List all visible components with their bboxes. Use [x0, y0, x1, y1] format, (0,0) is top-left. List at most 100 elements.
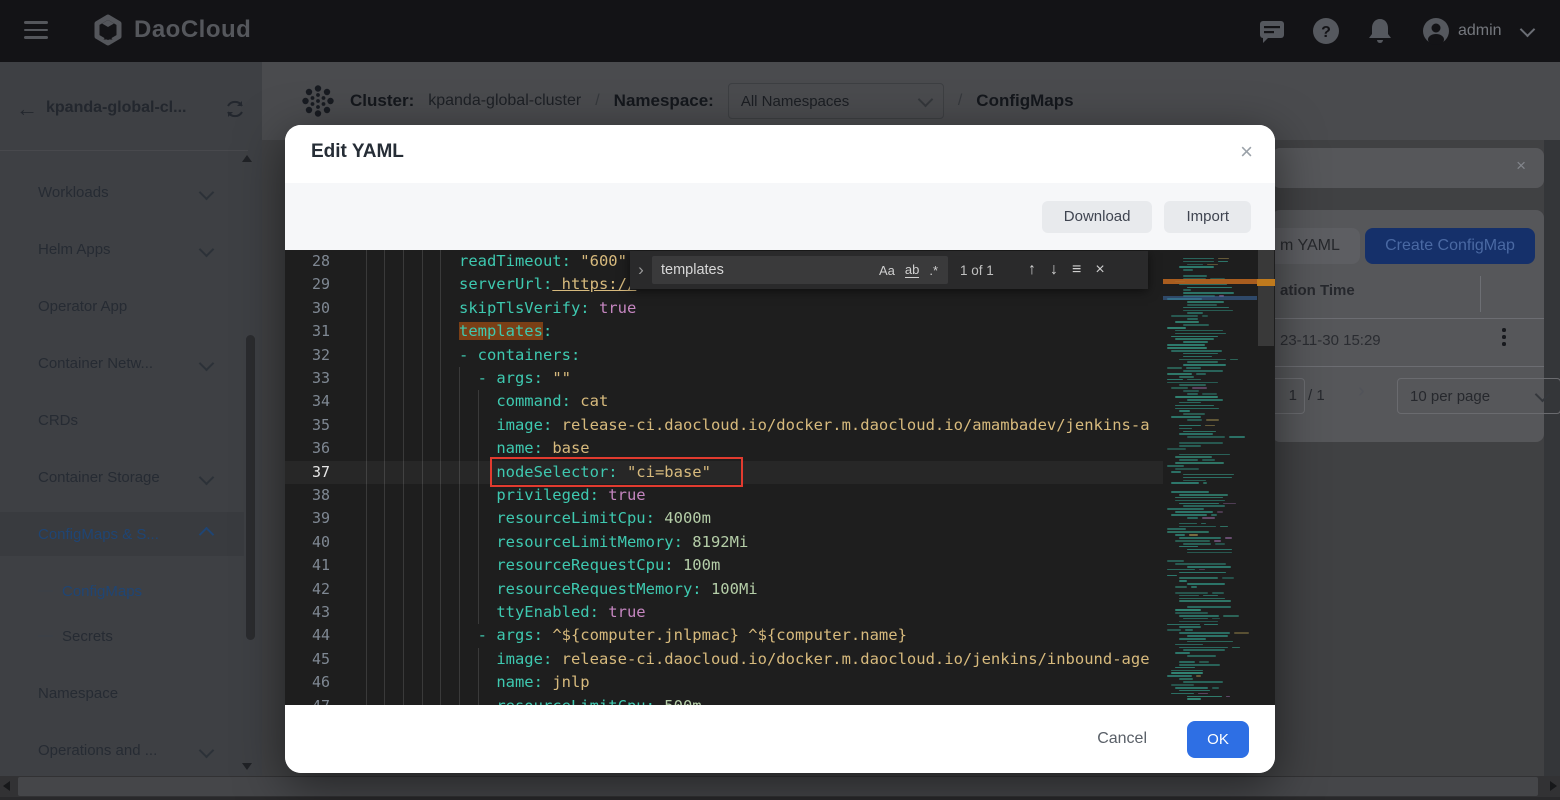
code-line[interactable]: 30 skipTlsVerify: true [285, 297, 1163, 320]
code-line[interactable]: 44 - args: ^${computer.jnlpmac} ^${compu… [285, 624, 1163, 647]
token-key: name: [496, 673, 543, 691]
horizontal-scrollbar-thumb[interactable] [18, 777, 1538, 796]
code-line[interactable]: 47 resourceLimitCpu: 500m [285, 695, 1163, 705]
sidebar-item-operator-app[interactable]: Operator App [0, 284, 244, 328]
sidebar-item-label: Secrets [62, 628, 113, 645]
line-number: 36 [285, 437, 330, 460]
namespace-select[interactable]: All Namespaces [728, 83, 944, 119]
refresh-icon[interactable] [224, 98, 246, 120]
bell-icon[interactable] [1366, 17, 1394, 45]
minimap-line [1187, 399, 1223, 401]
horizontal-scrollbar[interactable] [0, 776, 1560, 797]
code-line[interactable]: 41 resourceRequestCpu: 100m [285, 554, 1163, 577]
code-line[interactable]: 33 - args: "" [285, 367, 1163, 390]
code-line[interactable]: 35 image: release-ci.daocloud.io/docker.… [285, 414, 1163, 437]
sidebar-scroll-up-icon[interactable] [242, 155, 252, 162]
next-match-icon[interactable]: ↓ [1050, 261, 1058, 279]
previous-match-icon[interactable]: ↑ [1028, 261, 1036, 279]
editor-minimap[interactable] [1163, 250, 1257, 705]
minimap-line [1187, 312, 1203, 314]
scroll-left-icon[interactable] [3, 781, 10, 791]
back-arrow-icon[interactable]: ← [16, 96, 38, 122]
code-line[interactable]: 37 nodeSelector: "ci=base" [285, 461, 1163, 484]
user-menu-chevron-down-icon[interactable] [1520, 22, 1536, 38]
sidebar-scrollbar[interactable] [246, 335, 255, 640]
code-line[interactable]: 36 name: base [285, 437, 1163, 460]
match-case-icon[interactable]: Aa [879, 263, 895, 278]
sidebar-item-namespace[interactable]: Namespace [0, 671, 244, 715]
page-right-gutter [1544, 140, 1560, 776]
regex-icon[interactable]: .* [929, 263, 938, 278]
token-str: cat [571, 392, 608, 410]
username[interactable]: admin [1458, 22, 1502, 40]
filter-close-icon[interactable]: × [1516, 156, 1526, 176]
minimap-line [1191, 586, 1198, 588]
line-content: resourceLimitCpu: 500m [347, 695, 702, 705]
sidebar-item-configmaps-s[interactable]: ConfigMaps & S... [0, 512, 244, 556]
minimap-line [1179, 632, 1230, 634]
minimap-line [1183, 505, 1225, 507]
sidebar-item-workloads[interactable]: Workloads [0, 170, 244, 214]
code-line[interactable]: 31 templates: [285, 320, 1163, 343]
find-in-selection-icon[interactable]: ≡ [1072, 261, 1081, 279]
sidebar-item-container-storage[interactable]: Container Storage [0, 455, 244, 499]
token-key: image: [496, 650, 552, 668]
next-page-icon[interactable]: › [1358, 380, 1365, 403]
create-configmap-button[interactable]: Create ConfigMap [1365, 228, 1535, 264]
find-query[interactable]: templates [661, 262, 879, 278]
minimap-line [1171, 514, 1207, 516]
code-line[interactable]: 39 resourceLimitCpu: 4000m [285, 507, 1163, 530]
sidebar-item-crds[interactable]: CRDs [0, 398, 244, 442]
minimap-line [1187, 517, 1198, 519]
daocloud-logo[interactable]: DaoCloud [92, 14, 251, 46]
sidebar-item-secrets[interactable]: Secrets [0, 614, 244, 658]
sidebar-item-container-netw[interactable]: Container Netw... [0, 341, 244, 385]
sidebar-item-helm-apps[interactable]: Helm Apps [0, 227, 244, 271]
code-line[interactable]: 43 ttyEnabled: true [285, 601, 1163, 624]
sidebar-item-operations-and[interactable]: Operations and ... [0, 728, 244, 772]
code-line[interactable]: 46 name: jnlp [285, 671, 1163, 694]
sidebar-item-label: Workloads [38, 184, 109, 201]
cancel-button[interactable]: Cancel [1091, 729, 1153, 749]
line-number: 47 [285, 695, 330, 705]
sidebar-item-configmaps[interactable]: ConfigMaps [0, 569, 244, 613]
cluster-value[interactable]: kpanda-global-cluster [428, 92, 581, 110]
chat-icon[interactable] [1258, 17, 1286, 45]
sidebar-item-label: ConfigMaps [62, 583, 142, 600]
create-from-yaml-button[interactable]: m YAML [1272, 228, 1360, 264]
help-icon[interactable]: ? [1312, 17, 1340, 45]
download-button[interactable]: Download [1042, 201, 1153, 233]
code-line[interactable]: 38 privileged: true [285, 484, 1163, 507]
find-input[interactable]: templates Aa ab .* [652, 256, 948, 284]
minimap-line [1217, 511, 1223, 513]
code-area[interactable]: 28 readTimeout: "600"29 serverUrl: https… [285, 250, 1163, 705]
minimap-line [1167, 569, 1195, 571]
sidebar-scroll-down-icon[interactable] [242, 763, 252, 770]
code-line[interactable]: 32 - containers: [285, 344, 1163, 367]
sidebar-item-label: ConfigMaps & S... [38, 526, 159, 543]
whole-word-icon[interactable]: ab [905, 262, 919, 278]
import-button[interactable]: Import [1164, 201, 1251, 233]
code-line[interactable]: 40 resourceLimitMemory: 8192Mi [285, 531, 1163, 554]
hamburger-menu-icon[interactable] [24, 21, 48, 41]
cluster-label: Cluster: [350, 91, 414, 111]
per-page-select[interactable]: 10 per page [1397, 378, 1560, 414]
code-line[interactable]: 45 image: release-ci.daocloud.io/docker.… [285, 648, 1163, 671]
row-actions-kebab-icon[interactable] [1502, 328, 1506, 349]
code-line[interactable]: 42 resourceRequestMemory: 100Mi [285, 578, 1163, 601]
line-number: 45 [285, 648, 330, 671]
minimap-line [1202, 393, 1217, 395]
editor-scrollbar[interactable] [1257, 250, 1275, 705]
editor-scrollbar-slider[interactable] [1258, 250, 1274, 346]
ok-button[interactable]: OK [1187, 721, 1249, 758]
scroll-right-icon[interactable] [1550, 781, 1557, 791]
find-replace-toggle-icon[interactable]: › [630, 260, 652, 280]
yaml-editor[interactable]: 28 readTimeout: "600"29 serverUrl: https… [285, 250, 1275, 705]
avatar[interactable] [1422, 17, 1450, 45]
code-line[interactable]: 34 command: cat [285, 390, 1163, 413]
minimap-line [1223, 615, 1239, 617]
find-close-icon[interactable]: × [1095, 261, 1104, 279]
modal-close-icon[interactable]: × [1240, 139, 1253, 165]
minimap-line [1175, 667, 1195, 669]
minimap-line [1202, 459, 1215, 461]
